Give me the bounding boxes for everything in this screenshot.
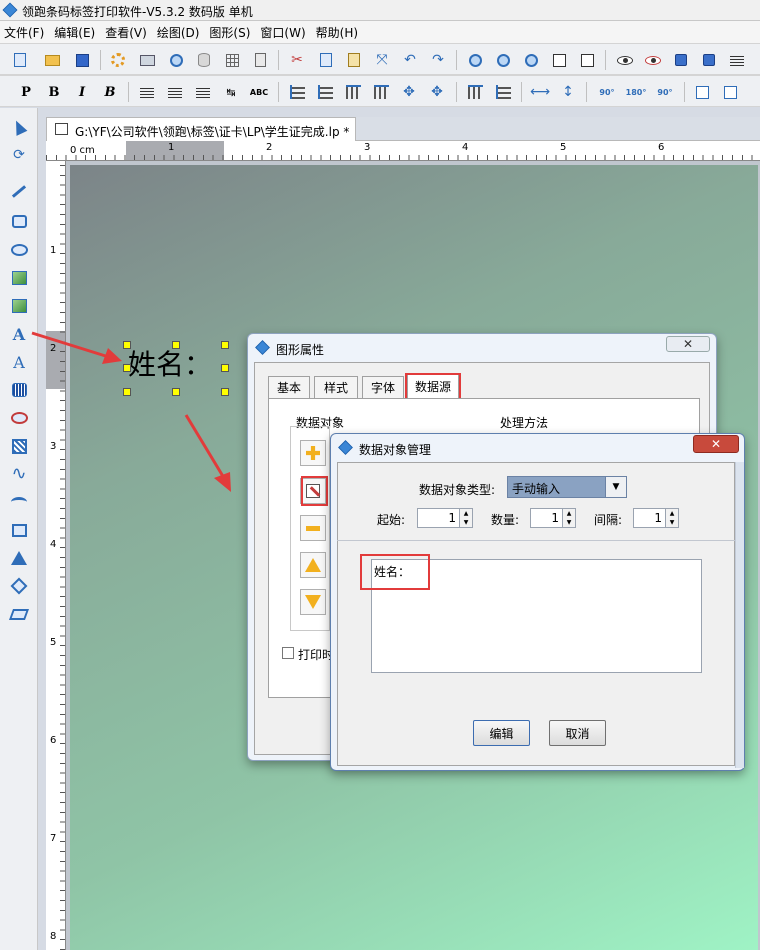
data-object-manager-dialog: 数据对象管理 ✕ 数据对象类型: 手动输入 ▼ 起始: 1 ▲ ▼ 数量: 1 ▲… [330, 433, 745, 771]
dialog-title: 数据对象管理 [359, 443, 432, 457]
start-stepper[interactable]: 1 ▲ ▼ [417, 508, 473, 528]
data-type-dropdown[interactable]: ▼ [605, 476, 627, 498]
print-checkbox-label: 打印时 [298, 648, 335, 662]
arrow-down-icon [305, 595, 321, 609]
plus-icon [306, 446, 320, 460]
app-logo-icon [338, 440, 353, 455]
chevron-down-icon: ▼ [612, 482, 620, 492]
interval-value: 1 [654, 511, 662, 525]
tab-basic[interactable]: 基本 [268, 376, 310, 398]
arrow-up-icon [305, 558, 321, 572]
stepper-buttons[interactable]: ▲ ▼ [459, 509, 472, 527]
highlight-box [405, 373, 461, 400]
data-type-label: 数据对象类型: [419, 483, 496, 497]
close-button[interactable]: ✕ [666, 336, 710, 352]
cancel-button[interactable]: 取消 [549, 720, 606, 746]
arrow-to-text-tool [31, 331, 113, 360]
arrow-head [214, 472, 231, 492]
dialog-title-bar[interactable]: 图形属性 ✕ [248, 334, 716, 362]
move-up-button[interactable] [300, 552, 326, 578]
start-value: 1 [448, 511, 456, 525]
processing-group-label: 处理方法 [500, 416, 549, 430]
stepper-buttons[interactable]: ▲ ▼ [562, 509, 575, 527]
interval-stepper[interactable]: 1 ▲ ▼ [633, 508, 679, 528]
count-stepper[interactable]: 1 ▲ ▼ [530, 508, 576, 528]
dialog-title: 图形属性 [276, 343, 325, 357]
arrow-to-dialog [184, 414, 226, 479]
tab-style[interactable]: 样式 [314, 376, 358, 398]
edit-button[interactable]: 编辑 [473, 720, 530, 746]
divider [337, 540, 735, 541]
print-checkbox[interactable] [282, 647, 294, 659]
close-button[interactable]: ✕ [693, 435, 739, 453]
interval-label: 间隔: [594, 513, 623, 527]
tab-font[interactable]: 字体 [362, 376, 404, 398]
start-label: 起始: [377, 513, 406, 527]
arrow-head [102, 348, 122, 364]
count-label: 数量: [491, 513, 520, 527]
app-logo-icon [255, 340, 270, 355]
add-data-object-button[interactable] [300, 440, 326, 466]
count-value: 1 [551, 511, 559, 525]
stepper-buttons[interactable]: ▲ ▼ [665, 509, 678, 527]
move-down-button[interactable] [300, 589, 326, 615]
minus-icon [306, 525, 320, 531]
highlight-box [301, 476, 328, 506]
highlight-box [360, 554, 430, 590]
dialog-title-bar[interactable]: 数据对象管理 ✕ [331, 434, 744, 462]
dialog-scrollbar[interactable] [735, 462, 744, 768]
remove-data-object-button[interactable] [300, 515, 326, 541]
